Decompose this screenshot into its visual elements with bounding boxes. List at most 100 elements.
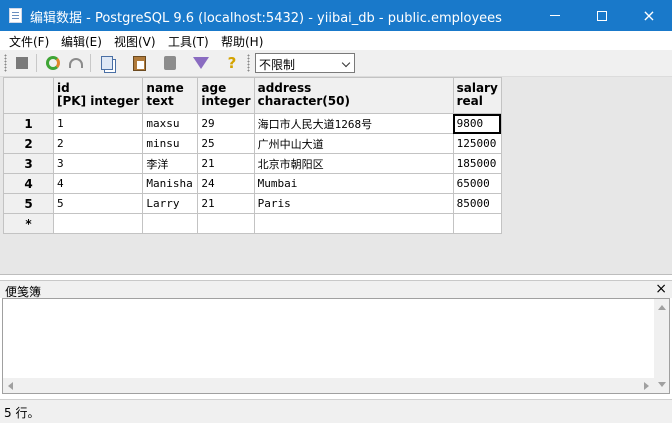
cell-address[interactable]: Mumbai	[253, 173, 454, 194]
title-bar: 编辑数据 - PostgreSQL 9.6 (localhost:5432) -…	[0, 0, 672, 31]
copy-icon	[101, 56, 113, 70]
cell-age[interactable]: 29	[197, 113, 255, 134]
new-row[interactable]: *	[3, 213, 502, 234]
menu-file[interactable]: 文件(F)	[9, 33, 49, 50]
delete-button[interactable]	[160, 53, 180, 73]
menu-view[interactable]: 视图(V)	[114, 33, 156, 50]
scroll-right-icon[interactable]	[644, 382, 649, 390]
column-header-salary[interactable]: salary real	[452, 77, 502, 114]
horizontal-scrollbar[interactable]	[3, 378, 654, 393]
scratch-pad-close-icon[interactable]: ×	[655, 281, 667, 297]
stop-icon	[16, 57, 28, 69]
toolbar-grip[interactable]	[4, 54, 7, 72]
cell-age[interactable]: 25	[197, 133, 255, 154]
cell-name-new[interactable]	[142, 213, 199, 234]
cell-age[interactable]: 21	[197, 193, 255, 214]
row-limit-select[interactable]: 不限制	[255, 53, 355, 73]
table-row[interactable]: 1 1 maxsu 29 海口市人民大道1268号 9800	[3, 113, 502, 134]
cell-address[interactable]: 广州中山大道	[253, 133, 454, 154]
app-icon	[9, 8, 22, 23]
scroll-up-icon[interactable]	[658, 305, 666, 310]
data-grid: id [PK] integer name text age integer addre…	[3, 77, 502, 234]
close-button[interactable]: ×	[626, 0, 672, 31]
column-header-address[interactable]: address character(50)	[253, 77, 454, 114]
corner-cell[interactable]	[3, 77, 54, 114]
scroll-down-icon[interactable]	[658, 382, 666, 387]
stop-button[interactable]	[12, 53, 32, 73]
row-number[interactable]: 4	[3, 173, 54, 194]
scroll-left-icon[interactable]	[8, 382, 13, 390]
row-number[interactable]: 5	[3, 193, 54, 214]
column-header-name[interactable]: name text	[142, 77, 199, 114]
grid-header-row: id [PK] integer name text age integer addre…	[3, 77, 502, 114]
cell-salary-selected[interactable]: 9800	[452, 113, 502, 134]
cell-address[interactable]: 北京市朝阳区	[253, 153, 454, 174]
row-count-status: 5 行。	[4, 406, 40, 420]
help-button[interactable]: ?	[222, 53, 242, 73]
refresh-icon	[46, 56, 60, 70]
cell-id[interactable]: 3	[52, 153, 144, 174]
table-row[interactable]: 5 5 Larry 21 Paris 85000	[3, 193, 502, 214]
paste-icon	[132, 55, 146, 71]
cell-age[interactable]: 21	[197, 153, 255, 174]
table-row[interactable]: 3 3 李洋 21 北京市朝阳区 185000	[3, 153, 502, 174]
cell-name[interactable]: Manisha	[142, 173, 199, 194]
table-row[interactable]: 2 2 minsu 25 广州中山大道 125000	[3, 133, 502, 154]
column-type: text	[146, 94, 174, 108]
row-limit-value: 不限制	[259, 58, 296, 72]
data-grid-area: id [PK] integer name text age integer addre…	[0, 77, 672, 275]
cell-salary[interactable]: 185000	[452, 153, 502, 174]
maximize-icon	[597, 10, 607, 21]
column-header-id[interactable]: id [PK] integer	[52, 77, 144, 114]
menu-help[interactable]: 帮助(H)	[221, 33, 263, 50]
minimize-button[interactable]	[532, 0, 578, 31]
cell-salary[interactable]: 65000	[452, 173, 502, 194]
cell-id[interactable]: 1	[52, 113, 144, 134]
cell-id-new[interactable]	[52, 213, 144, 234]
paste-button[interactable]	[129, 53, 149, 73]
cell-age[interactable]: 24	[197, 173, 255, 194]
toolbar-separator	[90, 54, 91, 72]
undo-button[interactable]	[66, 53, 86, 73]
help-icon: ?	[227, 54, 237, 72]
row-number[interactable]: 1	[3, 113, 54, 134]
column-type: integer	[201, 94, 251, 108]
cell-id[interactable]: 4	[52, 173, 144, 194]
menu-tools[interactable]: 工具(T)	[168, 33, 209, 50]
filter-button[interactable]	[191, 53, 211, 73]
column-type: [PK] integer	[57, 94, 140, 108]
row-number[interactable]: 3	[3, 153, 54, 174]
vertical-scrollbar[interactable]	[654, 299, 669, 393]
column-type: character(50)	[257, 94, 350, 108]
copy-button[interactable]	[97, 53, 117, 73]
cell-address[interactable]: Paris	[253, 193, 454, 214]
cell-name[interactable]: maxsu	[142, 113, 199, 134]
cell-age-new[interactable]	[197, 213, 255, 234]
new-row-marker[interactable]: *	[3, 213, 54, 234]
cell-salary-new[interactable]	[452, 213, 502, 234]
cell-name[interactable]: minsu	[142, 133, 199, 154]
cell-address-new[interactable]	[253, 213, 454, 234]
menu-edit[interactable]: 编辑(E)	[61, 33, 102, 50]
status-bar: 5 行。	[0, 399, 672, 423]
cell-id[interactable]: 5	[52, 193, 144, 214]
table-row[interactable]: 4 4 Manisha 24 Mumbai 65000	[3, 173, 502, 194]
cell-address[interactable]: 海口市人民大道1268号	[253, 113, 454, 134]
maximize-button[interactable]	[579, 0, 625, 31]
cell-name[interactable]: Larry	[142, 193, 199, 214]
cell-id[interactable]: 2	[52, 133, 144, 154]
minimize-icon	[550, 15, 560, 16]
cell-salary[interactable]: 125000	[452, 133, 502, 154]
menu-bar: 文件(F) 编辑(E) 视图(V) 工具(T) 帮助(H)	[0, 31, 672, 50]
column-name: address	[257, 81, 312, 95]
column-name: salary	[456, 81, 498, 95]
scratch-pad-textarea[interactable]	[2, 298, 670, 394]
cell-salary[interactable]: 85000	[452, 193, 502, 214]
row-number[interactable]: 2	[3, 133, 54, 154]
column-header-age[interactable]: age integer	[197, 77, 255, 114]
cell-name[interactable]: 李洋	[142, 153, 199, 174]
column-name: name	[146, 81, 184, 95]
toolbar-grip[interactable]	[247, 54, 250, 72]
refresh-button[interactable]	[43, 53, 63, 73]
column-name: id	[57, 81, 70, 95]
